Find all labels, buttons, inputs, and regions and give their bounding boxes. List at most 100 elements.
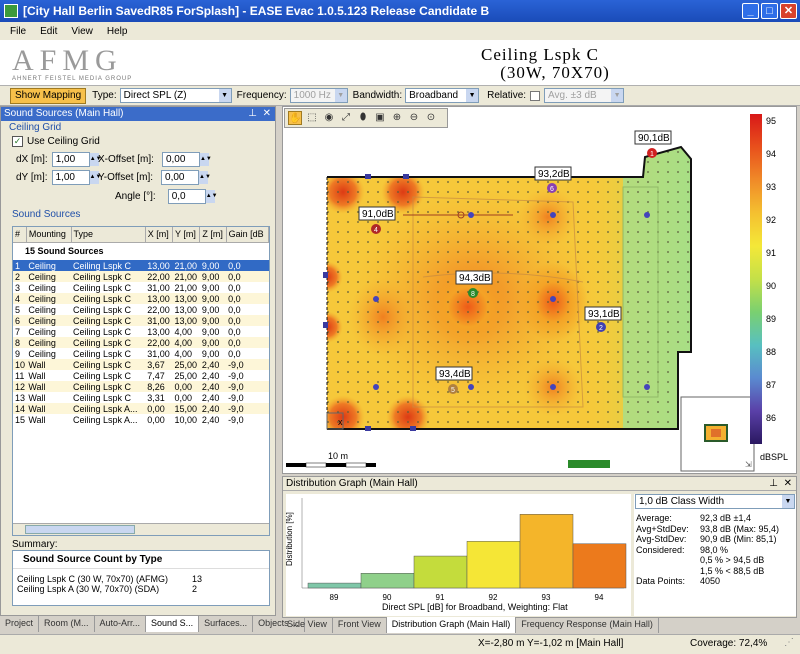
show-mapping-button[interactable]: Show Mapping [10, 87, 87, 104]
relative-select[interactable]: Avg. ±3 dB ▼ [544, 88, 625, 103]
close-icon[interactable]: ✕ [784, 477, 792, 491]
color-scale-tick: 89 [766, 314, 777, 324]
table-row[interactable]: 11 Wall Ceiling Lspk C 7,47 25,00 2,40 -9,0 [13, 370, 269, 381]
column-header[interactable]: Z [m] [199, 227, 227, 243]
column-header[interactable]: # [13, 227, 27, 243]
stat-label: Avg+StdDev: [636, 523, 689, 534]
class-width-select[interactable]: 1,0 dB Class Width ▼ [635, 494, 795, 509]
table-cell: 9 [15, 348, 21, 359]
table-row[interactable]: 13 Wall Ceiling Lspk C 3,31 0,00 2,40 -9,0 [13, 392, 269, 403]
tab-frequency-response[interactable]: Frequency Response (Main Hall) [516, 617, 659, 633]
tab-front-view[interactable]: Front View [333, 617, 387, 633]
hand-tool-icon[interactable]: ✋ [288, 111, 302, 125]
sources-table: # Mounting Type X [m] Y [m] Z [m] Gain [dB 15 … [12, 226, 270, 536]
menu-file[interactable]: File [10, 26, 26, 37]
type-select[interactable]: Direct SPL (Z) ▼ [119, 88, 232, 103]
menu-view[interactable]: View [71, 26, 93, 37]
zoom-in-icon[interactable]: ⊕ [390, 111, 404, 125]
tab-distribution-graph[interactable]: Distribution Graph (Main Hall) [386, 617, 517, 633]
table-row[interactable]: 14 Wall Ceiling Lspk A... 0,00 15,00 2,40 -9,0 [13, 403, 269, 414]
table-row[interactable]: 5 Ceiling Ceiling Lspk C 22,00 13,00 9,00 0,0 [13, 304, 269, 315]
table-row[interactable]: 7 Ceiling Ceiling Lspk C 13,00 4,00 9,00 0,0 [13, 326, 269, 337]
column-header[interactable]: Mounting [26, 227, 72, 243]
tab-side-view[interactable]: Side View [282, 617, 333, 633]
close-icon[interactable]: ✕ [263, 107, 271, 121]
column-header[interactable]: Gain [dB [226, 227, 269, 243]
use-grid-label: Use Ceiling Grid [27, 136, 100, 147]
spinner-icon[interactable]: ▲▼ [199, 153, 212, 166]
zoom-out-icon[interactable]: ⊖ [407, 111, 421, 125]
spinner-icon[interactable]: ▲▼ [205, 190, 218, 203]
scrollbar-thumb[interactable] [25, 525, 135, 534]
use-grid-checkbox[interactable]: ✓ [12, 136, 23, 147]
area-tool-icon[interactable]: ▣ [373, 111, 387, 125]
pin-icon[interactable]: ⊥ [769, 477, 778, 491]
x-tick-label: 90 [383, 593, 392, 602]
bandwidth-select[interactable]: Broadband ▼ [405, 88, 480, 103]
select-tool-icon[interactable]: ⬚ [305, 111, 319, 125]
tab-room[interactable]: Room (M... [39, 616, 95, 632]
table-row[interactable]: 12 Wall Ceiling Lspk C 8,26 0,00 2,40 -9,0 [13, 381, 269, 392]
resize-grip-icon[interactable]: ⋰ [784, 637, 794, 648]
table-cell: 7 [15, 326, 21, 337]
table-cell: 0,0 [226, 260, 269, 271]
zoom-fit-icon[interactable]: ⊙ [424, 111, 438, 125]
tab-auto-arrange[interactable]: Auto-Arr... [95, 616, 147, 632]
table-cell: 13,00 [145, 260, 173, 271]
yoffset-input[interactable]: 0,00 ▲▼ [161, 170, 211, 185]
stat-label [636, 566, 700, 577]
tab-sound-sources[interactable]: Sound S... [146, 616, 200, 632]
table-cell: 0,0 [228, 282, 241, 293]
color-scale-tick: 86 [766, 413, 777, 423]
table-cell: 21,00 [172, 260, 200, 271]
summary-label: Summary: [12, 539, 58, 550]
table-row[interactable]: 15 Wall Ceiling Lspk A... 0,00 10,00 2,40 -9,0 [13, 414, 269, 425]
table-cell: Wall [26, 403, 72, 414]
color-scale-tick: 91 [766, 248, 777, 258]
map-scrollbar[interactable] [568, 460, 610, 468]
xoffset-input[interactable]: 0,00 ▲▼ [161, 152, 212, 167]
zoom-window-icon[interactable]: ◉ [322, 111, 336, 125]
table-row[interactable]: 10 Wall Ceiling Lspk C 3,67 25,00 2,40 -9,0 [13, 359, 269, 370]
measure-tool-icon[interactable]: ⤢ [339, 111, 353, 125]
minimize-button[interactable]: _ [742, 3, 759, 19]
group-row[interactable]: 15 Sound Sources [13, 242, 269, 260]
tab-surfaces[interactable]: Surfaces... [199, 616, 254, 632]
coverage-status: Coverage: 72,4% [690, 638, 768, 649]
table-row[interactable]: 2 Ceiling Ceiling Lspk C 22,00 21,00 9,00 0,0 [13, 271, 269, 282]
column-header[interactable]: Y [m] [172, 227, 201, 243]
scale-label: 10 m [328, 451, 348, 461]
angle-input[interactable]: 0,0 ▲▼ [167, 189, 218, 204]
menu-edit[interactable]: Edit [40, 26, 57, 37]
spl-map[interactable]: 90,1dB1 93,2dB6 91,0dB4 94,3dB8 93,1dB2 … [283, 107, 798, 475]
table-cell: 8,26 [145, 381, 173, 392]
y-axis-label: Distribution [%] [286, 512, 294, 566]
table-cell: 9,00 [201, 348, 220, 359]
table-cell: 13,00 [145, 293, 173, 304]
use-grid-row: ✓ Use Ceiling Grid [12, 136, 100, 147]
table-cell: 31,00 [147, 348, 170, 359]
dy-input[interactable]: 1,00 ▲▼ [51, 170, 101, 185]
tab-project[interactable]: Project [0, 616, 40, 632]
spinner-icon[interactable]: ▲▼ [199, 171, 211, 184]
table-scrollbar[interactable] [13, 523, 269, 535]
dx-input[interactable]: 1,00 ▲▼ [51, 152, 102, 167]
pin-icon[interactable]: ⊥ [248, 107, 257, 121]
column-header[interactable]: Type [71, 227, 146, 243]
column-header[interactable]: X [m] [145, 227, 174, 243]
table-row[interactable]: 4 Ceiling Ceiling Lspk C 13,00 13,00 9,00 0,0 [13, 293, 269, 304]
table-row[interactable]: 8 Ceiling Ceiling Lspk C 22,00 4,00 9,00 0,0 [13, 337, 269, 348]
table-cell: Ceiling Lspk A... [73, 414, 138, 425]
table-row[interactable]: 3 Ceiling Ceiling Lspk C 31,00 21,00 9,00 0,0 [13, 282, 269, 293]
relative-checkbox[interactable] [530, 90, 541, 101]
marker-tool-icon[interactable]: ⬮ [356, 111, 370, 125]
menu-help[interactable]: Help [107, 26, 128, 37]
table-row[interactable]: 1 Ceiling Ceiling Lspk C 13,00 21,00 9,00 0,0 [13, 260, 269, 271]
frequency-select[interactable]: 1000 Hz ▼ [289, 88, 348, 103]
maximize-button[interactable]: □ [761, 3, 778, 19]
table-cell: 9,00 [201, 326, 220, 337]
close-button[interactable]: ✕ [780, 3, 797, 19]
svg-text:4: 4 [374, 227, 378, 234]
table-row[interactable]: 6 Ceiling Ceiling Lspk C 31,00 13,00 9,00 0,0 [13, 315, 269, 326]
table-row[interactable]: 9 Ceiling Ceiling Lspk C 31,00 4,00 9,00 0,0 [13, 348, 269, 359]
